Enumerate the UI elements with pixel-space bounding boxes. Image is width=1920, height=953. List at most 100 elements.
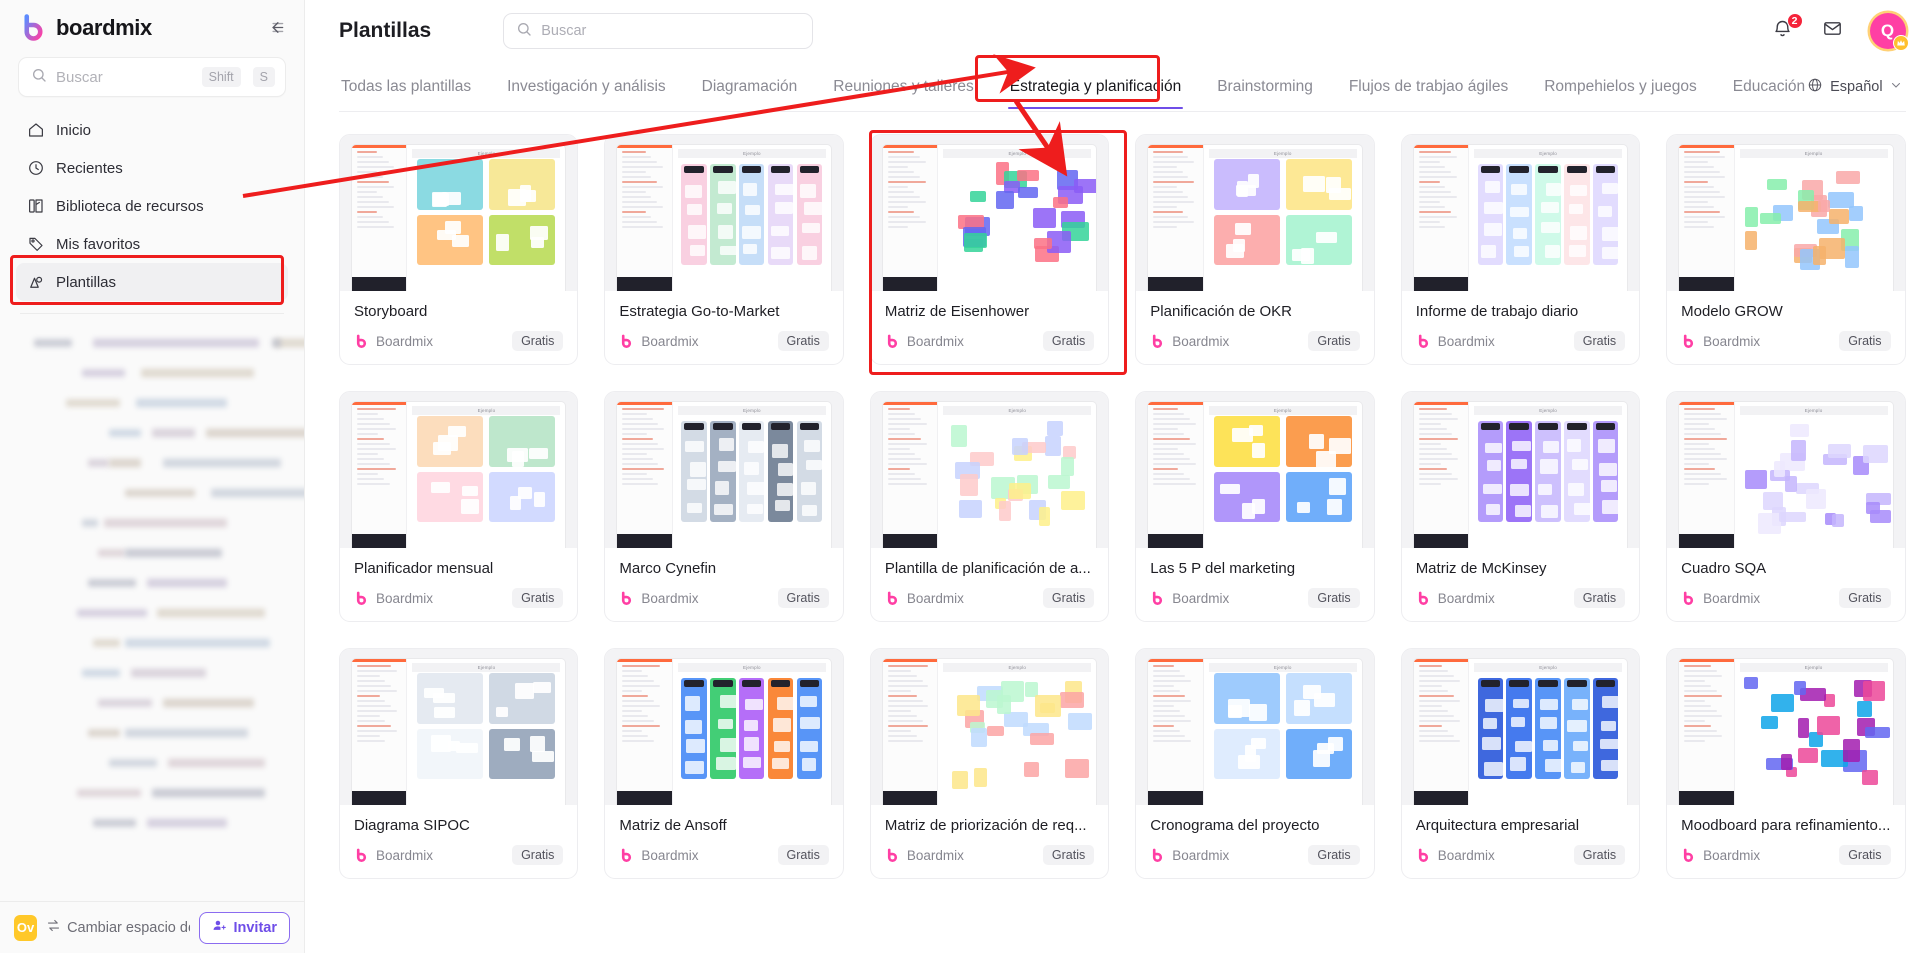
template-meta: Boardmix Gratis [1681, 588, 1891, 608]
thumbnail-sidepanel [1413, 402, 1470, 548]
sidebar-tree-row[interactable] [18, 388, 286, 418]
template-author: Boardmix [906, 333, 964, 349]
template-card[interactable]: Ejemplo Matriz de Ansoff Boardmix Gratis [604, 648, 844, 879]
workspace-badge[interactable]: Ov [14, 914, 38, 941]
template-author: Boardmix [1437, 847, 1495, 863]
thumbnail-canvas: Ejemplo [938, 145, 1097, 291]
tab-rompehielos-y-juegos[interactable]: Rompehielos y juegos [1542, 74, 1699, 100]
sidebar-tree-row[interactable] [18, 598, 286, 628]
sidebar-tree-row[interactable] [18, 478, 304, 508]
sidebar-item-recientes[interactable]: Recientes [16, 149, 288, 187]
template-card[interactable]: Ejemplo Diagrama SIPOC Boardmix Gratis [339, 648, 579, 879]
thumbnail-sidepanel [1679, 145, 1735, 291]
template-meta: Boardmix Gratis [885, 331, 1095, 351]
tab-investigación-y-análisis[interactable]: Investigación y análisis [505, 74, 668, 100]
thumbnail-canvas: Ejemplo [407, 145, 565, 291]
sidebar-tree-row[interactable] [18, 688, 286, 718]
template-title: Arquitectura empresarial [1415, 817, 1580, 834]
sidebar-tree-row[interactable] [18, 568, 286, 598]
template-card[interactable]: Ejemplo Planificador mensual Boardmix Grati… [339, 391, 579, 622]
template-card[interactable]: Ejemplo Informe de trabajo diario Boardmix… [1400, 134, 1641, 365]
template-price-badge: Gratis [1573, 588, 1626, 608]
template-card[interactable]: Ejemplo Planificación de OKR Boardmix Grati… [1135, 134, 1375, 365]
sidebar-search-input[interactable]: Buscar Shift S [18, 57, 286, 97]
language-selector[interactable]: Español [1807, 77, 1901, 97]
invite-button[interactable]: Invitar [199, 911, 290, 944]
template-card[interactable]: Ejemplo Plantilla de planificación de a..… [869, 391, 1110, 622]
tab-todas-las-plantillas[interactable]: Todas las plantillas [339, 74, 473, 100]
tab-diagramación[interactable]: Diagramación [700, 74, 800, 100]
template-price-badge: Gratis [1042, 845, 1095, 865]
thumbnail-sidepanel [882, 402, 939, 548]
template-card[interactable]: Ejemplo Matriz de Eisenhower Boardmix Grati… [869, 134, 1110, 365]
template-thumbnail: Ejemplo [1401, 135, 1640, 291]
template-author: Boardmix [376, 333, 434, 349]
template-card[interactable]: Ejemplo Matriz de priorización de req... B… [869, 648, 1110, 879]
sidebar-tree-row[interactable] [18, 358, 286, 388]
template-card[interactable]: Ejemplo Moodboard para refinamiento... Boa… [1666, 648, 1906, 879]
sidebar-tree-row[interactable] [18, 538, 286, 568]
template-card[interactable]: Ejemplo Marco Cynefin Boardmix Gratis [604, 391, 844, 622]
sidebar-tree-row[interactable] [18, 718, 286, 748]
thumbnail-sidepanel [1413, 145, 1470, 291]
sidebar-tree-row[interactable] [18, 418, 304, 448]
brand[interactable]: boardmix [20, 14, 152, 41]
user-avatar-wrap[interactable]: Q [1869, 13, 1909, 51]
template-meta: Boardmix Gratis [1416, 331, 1626, 351]
sidebar-item-mis-favoritos[interactable]: Mis favoritos [16, 225, 288, 263]
thumbnail-canvas: Ejemplo [938, 402, 1096, 548]
boardmix-logo-icon [354, 591, 369, 606]
template-author: Boardmix [1172, 847, 1230, 863]
collapse-panel-icon[interactable] [262, 15, 288, 41]
template-card[interactable]: Ejemplo Cuadro SQA Boardmix Gratis [1666, 391, 1906, 622]
sidebar-item-plantillas[interactable]: Plantillas [16, 263, 288, 301]
tab-reuniones-y-talleres[interactable]: Reuniones y talleres [831, 74, 975, 100]
thumbnail-canvas: Ejemplo [407, 402, 565, 548]
template-meta: Boardmix Gratis [885, 588, 1095, 608]
template-title: Cuadro SQA [1681, 560, 1767, 577]
inbox-button[interactable] [1820, 18, 1846, 44]
template-author: Boardmix [641, 847, 699, 863]
template-meta: Boardmix Gratis [1681, 331, 1891, 351]
templates-search-input[interactable]: Buscar [503, 13, 814, 49]
template-card[interactable]: Ejemplo Arquitectura empresarial Boardmix G… [1400, 648, 1641, 879]
template-card[interactable]: Ejemplo Estrategia Go-to-Market Boardmix Gr… [604, 134, 844, 365]
sidebar-tree-row[interactable] [18, 808, 286, 838]
switch-workspace-button[interactable]: Cambiar espacio de tr [46, 918, 190, 937]
template-thumbnail: Ejemplo [605, 649, 843, 805]
boardmix-logo-icon [885, 848, 900, 863]
template-title: Matriz de McKinsey [1415, 560, 1547, 577]
template-price-badge: Gratis [777, 331, 829, 351]
boardmix-logo-icon [885, 591, 900, 606]
switch-workspace-label: Cambiar espacio de tr [67, 919, 190, 936]
template-meta: Boardmix Gratis [354, 331, 564, 351]
sidebar-tree-row[interactable] [18, 508, 286, 538]
sidebar-item-biblioteca-de-recursos[interactable]: Biblioteca de recursos [16, 187, 288, 225]
template-card[interactable]: Ejemplo Storyboard Boardmix Gratis [339, 134, 579, 365]
sidebar-tree-row[interactable] [18, 448, 286, 478]
sidebar-item-inicio[interactable]: Inicio [16, 111, 288, 149]
sidebar-tree-row[interactable] [18, 778, 286, 808]
templates-search-placeholder: Buscar [541, 23, 587, 39]
notifications-button[interactable]: 2 [1770, 13, 1803, 44]
sidebar-search-placeholder: Buscar [56, 68, 103, 86]
tab-brainstorming[interactable]: Brainstorming [1215, 74, 1315, 100]
template-thumbnail: Ejemplo [340, 135, 578, 291]
template-card[interactable]: Ejemplo Matriz de McKinsey Boardmix Gratis [1400, 391, 1641, 622]
template-card[interactable]: Ejemplo Las 5 P del marketing Boardmix Grat… [1135, 391, 1375, 622]
app-root: boardmix Buscar Shift S Inicio Recientes… [0, 0, 1920, 953]
sidebar-tree-row[interactable] [18, 628, 286, 658]
template-card[interactable]: Ejemplo Modelo GROW Boardmix Gratis [1666, 134, 1906, 365]
sidebar-tree-row[interactable] [18, 328, 304, 358]
template-thumbnail: Ejemplo [605, 135, 843, 291]
sidebar-tree-row[interactable] [18, 658, 286, 688]
thumbnail-canvas: Ejemplo [1204, 145, 1362, 291]
topbar: Plantillas Buscar 2 Q [305, 0, 1920, 62]
tab-flujos-de-trabjao-ágiles[interactable]: Flujos de trabjao ágiles [1347, 74, 1510, 100]
tab-estrategia-y-planificación[interactable]: Estrategia y planificación [1007, 74, 1184, 109]
thumbnail-canvas: Ejemplo [1204, 659, 1362, 805]
template-price-badge: Gratis [512, 845, 564, 865]
sidebar-tree-row[interactable] [18, 748, 286, 778]
tab-educación[interactable]: Educación [1731, 74, 1807, 100]
template-card[interactable]: Ejemplo Cronograma del proyecto Boardmix Gr… [1135, 648, 1375, 879]
